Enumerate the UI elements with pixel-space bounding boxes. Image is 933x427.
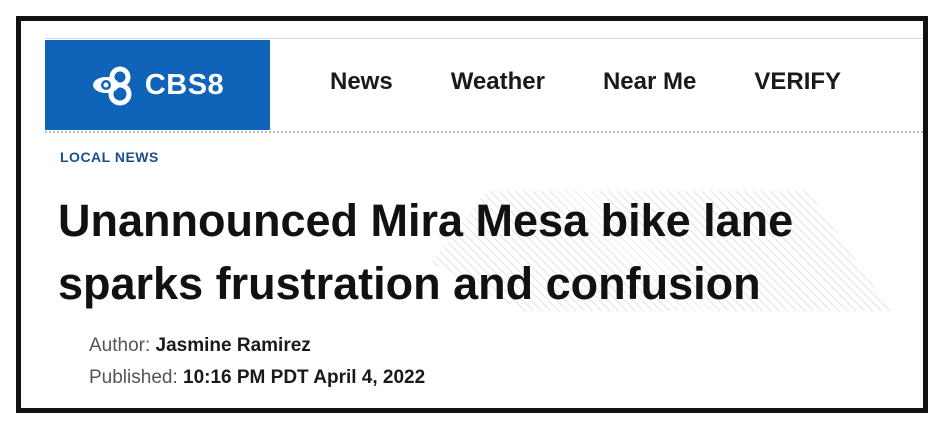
header-divider [45, 131, 923, 133]
screenshot-frame: CBS8 News Weather Near Me VERIFY LOCAL N… [16, 16, 928, 413]
header-top-rule [45, 38, 923, 39]
category-link[interactable]: LOCAL NEWS [60, 149, 159, 165]
cbs8-logo[interactable]: CBS8 [45, 40, 270, 130]
published-line: Published: 10:16 PM PDT April 4, 2022 [89, 367, 425, 389]
logo-text: CBS8 [144, 68, 225, 101]
published-label: Published: [89, 367, 178, 388]
cbs-eye-8-icon [91, 63, 135, 107]
byline: Author: Jasmine Ramirez [89, 335, 311, 357]
nav-item-near-me[interactable]: Near Me [603, 68, 696, 96]
nav-item-verify[interactable]: VERIFY [754, 68, 841, 96]
published-timestamp: 10:16 PM PDT April 4, 2022 [183, 367, 426, 388]
author-name[interactable]: Jasmine Ramirez [156, 335, 311, 356]
author-label: Author: [89, 335, 151, 356]
nav-item-weather[interactable]: Weather [451, 68, 545, 96]
nav-item-news[interactable]: News [330, 68, 393, 96]
main-nav: News Weather Near Me VERIFY [330, 68, 841, 96]
article-headline: Unannounced Mira Mesa bike lane sparks f… [58, 195, 794, 309]
